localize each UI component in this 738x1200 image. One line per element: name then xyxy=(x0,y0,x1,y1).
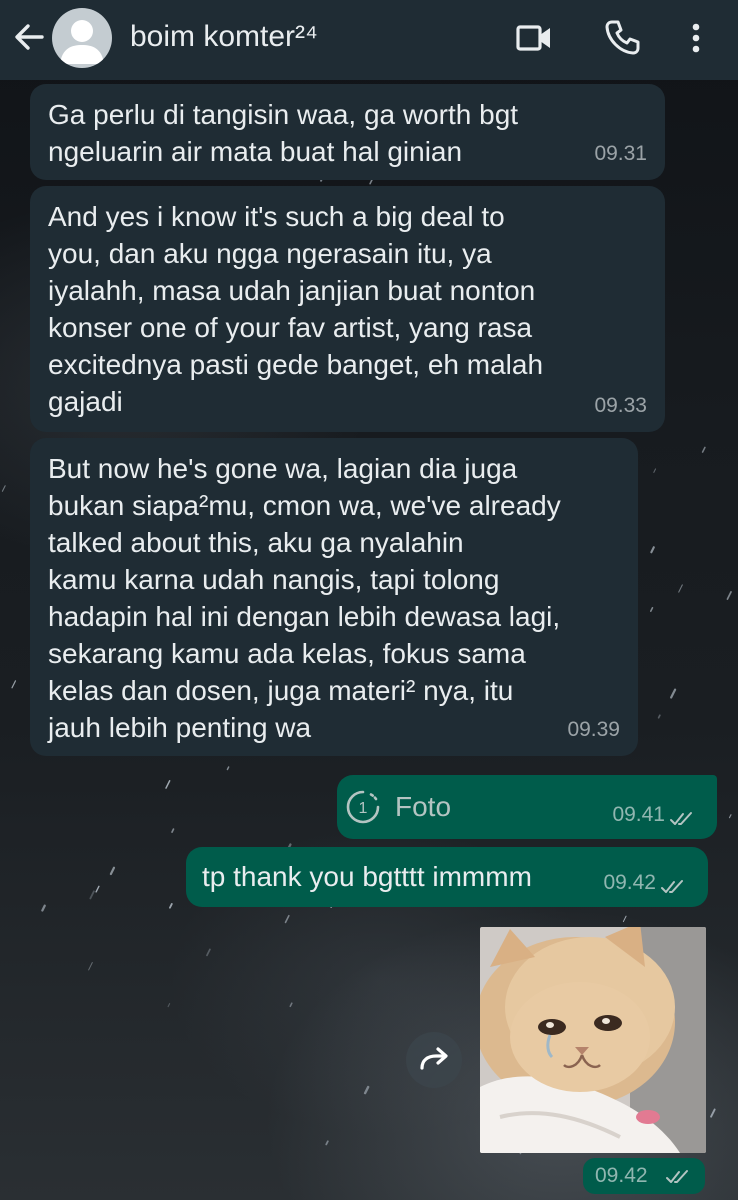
incoming-message[interactable]: And yes i know it's such a big deal to y… xyxy=(30,186,665,432)
back-button[interactable] xyxy=(10,18,48,56)
contact-name[interactable]: boim komter²⁴ xyxy=(130,20,318,54)
message-time: 09.33 xyxy=(594,394,647,417)
read-receipt-icon xyxy=(666,1170,688,1183)
sticker-time-badge: 09.42 xyxy=(583,1158,705,1194)
phone-icon xyxy=(605,20,640,55)
avatar-placeholder-icon xyxy=(60,20,104,64)
view-once-icon: 1 xyxy=(346,790,380,824)
photo-label: Foto xyxy=(395,791,452,822)
forward-button[interactable] xyxy=(406,1032,462,1088)
more-options-button[interactable] xyxy=(674,16,718,60)
message-text: Ga perlu di tangisin waa, ga worth bgt n… xyxy=(48,99,519,167)
crying-kitten-sticker[interactable] xyxy=(480,927,706,1153)
message-time: 09.42 xyxy=(595,1164,648,1187)
chat-header: boim komter²⁴ xyxy=(0,0,738,80)
view-once-count: 1 xyxy=(359,800,368,817)
more-vert-icon xyxy=(692,23,700,53)
video-call-icon xyxy=(516,25,550,51)
message-text: And yes i know it's such a big deal to y… xyxy=(48,201,544,417)
message-text: tp thank you bgtttt immmm xyxy=(202,861,532,892)
message-time: 09.39 xyxy=(567,718,620,741)
message-time: 09.31 xyxy=(594,142,647,165)
forward-icon xyxy=(420,1047,448,1070)
video-call-button[interactable] xyxy=(512,16,556,60)
avatar[interactable] xyxy=(52,8,112,68)
message-time: 09.42 xyxy=(603,871,656,894)
voice-call-button[interactable] xyxy=(600,16,644,60)
incoming-message[interactable]: Ga perlu di tangisin waa, ga worth bgt n… xyxy=(30,84,665,180)
back-arrow-icon xyxy=(15,24,44,50)
kitten-image xyxy=(480,927,706,1153)
read-receipt-icon xyxy=(661,880,683,893)
view-once-photo-message[interactable]: 1 Foto 09.41 xyxy=(337,775,717,839)
message-text: But now he's gone wa, lagian dia juga bu… xyxy=(48,453,561,743)
message-time: 09.41 xyxy=(612,803,665,826)
read-receipt-icon xyxy=(670,812,692,825)
outgoing-message[interactable]: tp thank you bgtttt immmm 09.42 xyxy=(186,847,708,907)
incoming-message[interactable]: But now he's gone wa, lagian dia juga bu… xyxy=(30,438,638,756)
